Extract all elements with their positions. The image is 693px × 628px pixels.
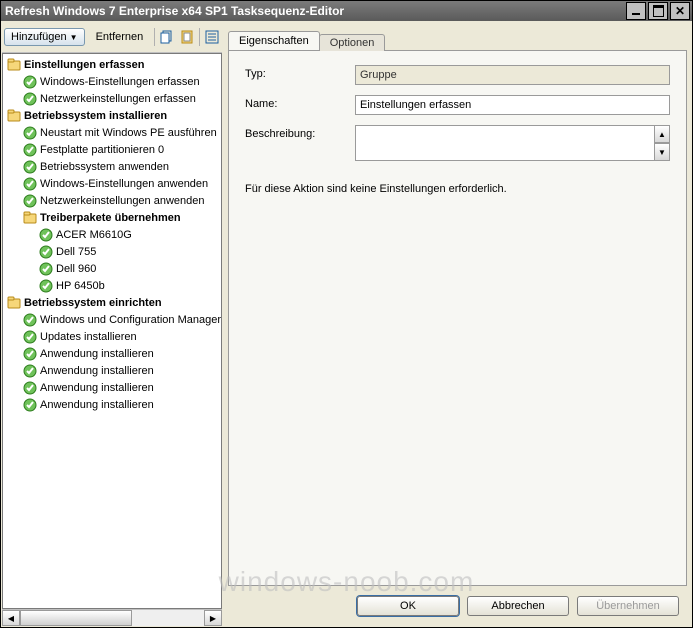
name-label: Name: xyxy=(245,95,355,110)
scroll-track[interactable] xyxy=(20,610,204,626)
tree-h-scrollbar[interactable]: ◀ ▶ xyxy=(2,609,222,626)
tab-options[interactable]: Optionen xyxy=(319,34,386,51)
titlebar: Refresh Windows 7 Enterprise x64 SP1 Tas… xyxy=(1,1,692,21)
scroll-thumb[interactable] xyxy=(20,610,132,626)
check-icon xyxy=(23,160,37,174)
description-input[interactable] xyxy=(355,125,655,161)
tree-step[interactable]: Anwendung installieren xyxy=(40,382,154,394)
description-scrollbar: ▲ ▼ xyxy=(654,125,670,161)
tree-step[interactable]: Dell 755 xyxy=(56,246,96,258)
tree-step[interactable]: Dell 960 xyxy=(56,263,96,275)
apply-button[interactable]: Übernehmen xyxy=(577,596,679,616)
toolbar: Hinzufügen ▼ Entfernen xyxy=(2,22,222,53)
check-icon xyxy=(23,194,37,208)
tab-properties[interactable]: Eigenschaften xyxy=(228,31,320,50)
toolbar-separator-2 xyxy=(199,28,200,46)
paste-button[interactable] xyxy=(179,26,195,48)
apply-button-label: Übernehmen xyxy=(596,600,660,612)
tree-step[interactable]: Anwendung installieren xyxy=(40,348,154,360)
maximize-button[interactable] xyxy=(648,2,668,20)
chevron-down-icon: ▼ xyxy=(70,33,78,42)
tab-strip: Eigenschaften Optionen xyxy=(224,22,691,50)
close-button[interactable]: ✕ xyxy=(670,2,690,20)
tree-group[interactable]: Treiberpakete übernehmen xyxy=(40,212,181,224)
tab-properties-label: Eigenschaften xyxy=(239,35,309,47)
tree-group[interactable]: Betriebssystem einrichten xyxy=(24,297,162,309)
scroll-up-button[interactable]: ▲ xyxy=(654,125,670,143)
tree-step[interactable]: ACER M6610G xyxy=(56,229,132,241)
copy-button[interactable] xyxy=(159,26,175,48)
type-value: Gruppe xyxy=(355,65,670,85)
tree-step[interactable]: Windows-Einstellungen erfassen xyxy=(40,76,200,88)
check-icon xyxy=(39,228,53,242)
right-panel: Eigenschaften Optionen Typ: Gruppe Name:… xyxy=(224,22,691,626)
folder-icon xyxy=(7,296,21,310)
maximize-icon xyxy=(653,5,664,17)
close-icon: ✕ xyxy=(675,5,685,17)
tree-step[interactable]: Netzwerkeinstellungen anwenden xyxy=(40,195,205,207)
remove-button-label: Entfernen xyxy=(96,31,144,43)
cancel-button[interactable]: Abbrechen xyxy=(467,596,569,616)
check-icon xyxy=(23,126,37,140)
no-settings-hint: Für diese Aktion sind keine Einstellunge… xyxy=(245,183,670,195)
tree-step[interactable]: Festplatte partitionieren 0 xyxy=(40,144,164,156)
check-icon xyxy=(23,381,37,395)
properties-tab-body: Typ: Gruppe Name: Beschreibung: ▲ ▼ xyxy=(228,50,687,586)
scroll-left-button[interactable]: ◀ xyxy=(2,610,20,626)
tree-step[interactable]: HP 6450b xyxy=(56,280,105,292)
toolbar-separator xyxy=(154,28,155,46)
properties-icon xyxy=(205,30,219,44)
cancel-button-label: Abbrechen xyxy=(491,600,544,612)
folder-icon xyxy=(23,211,37,225)
type-label: Typ: xyxy=(245,65,355,80)
check-icon xyxy=(23,398,37,412)
check-icon xyxy=(23,92,37,106)
task-tree[interactable]: Einstellungen erfassen Windows-Einstellu… xyxy=(2,53,222,609)
folder-icon xyxy=(7,109,21,123)
check-icon xyxy=(23,347,37,361)
check-icon xyxy=(23,330,37,344)
check-icon xyxy=(23,75,37,89)
window-title: Refresh Windows 7 Enterprise x64 SP1 Tas… xyxy=(5,4,624,18)
remove-button[interactable]: Entfernen xyxy=(89,28,151,46)
tab-options-label: Optionen xyxy=(330,37,375,49)
minimize-button[interactable] xyxy=(626,2,646,20)
folder-icon xyxy=(7,58,21,72)
left-panel: Hinzufügen ▼ Entfernen xyxy=(2,22,222,626)
copy-icon xyxy=(160,30,174,44)
properties-button[interactable] xyxy=(204,26,220,48)
check-icon xyxy=(39,262,53,276)
tree-step[interactable]: Anwendung installieren xyxy=(40,399,154,411)
scroll-right-button[interactable]: ▶ xyxy=(204,610,222,626)
check-icon xyxy=(23,143,37,157)
body: Hinzufügen ▼ Entfernen xyxy=(1,21,692,627)
description-label: Beschreibung: xyxy=(245,125,355,140)
dialog-buttons: OK Abbrechen Übernehmen xyxy=(224,586,691,626)
add-button[interactable]: Hinzufügen ▼ xyxy=(4,28,85,46)
tree-group[interactable]: Einstellungen erfassen xyxy=(24,59,144,71)
tree-group[interactable]: Betriebssystem installieren xyxy=(24,110,167,122)
tree-step[interactable]: Windows-Einstellungen anwenden xyxy=(40,178,208,190)
tree-step[interactable]: Neustart mit Windows PE ausführen xyxy=(40,127,217,139)
paste-icon xyxy=(180,30,194,44)
check-icon xyxy=(23,177,37,191)
tree-step[interactable]: Windows und Configuration Manager xyxy=(40,314,221,326)
name-input[interactable] xyxy=(355,95,670,115)
ok-button[interactable]: OK xyxy=(357,596,459,616)
scroll-down-button[interactable]: ▼ xyxy=(654,143,670,161)
window: Refresh Windows 7 Enterprise x64 SP1 Tas… xyxy=(0,0,693,628)
check-icon xyxy=(23,313,37,327)
tree-step[interactable]: Netzwerkeinstellungen erfassen xyxy=(40,93,196,105)
check-icon xyxy=(39,279,53,293)
check-icon xyxy=(39,245,53,259)
tree-step[interactable]: Updates installieren xyxy=(40,331,137,343)
add-button-label: Hinzufügen xyxy=(11,31,67,43)
check-icon xyxy=(23,364,37,378)
tree-step[interactable]: Betriebssystem anwenden xyxy=(40,161,169,173)
ok-button-label: OK xyxy=(400,600,416,612)
minimize-icon xyxy=(632,13,640,15)
tree-step[interactable]: Anwendung installieren xyxy=(40,365,154,377)
